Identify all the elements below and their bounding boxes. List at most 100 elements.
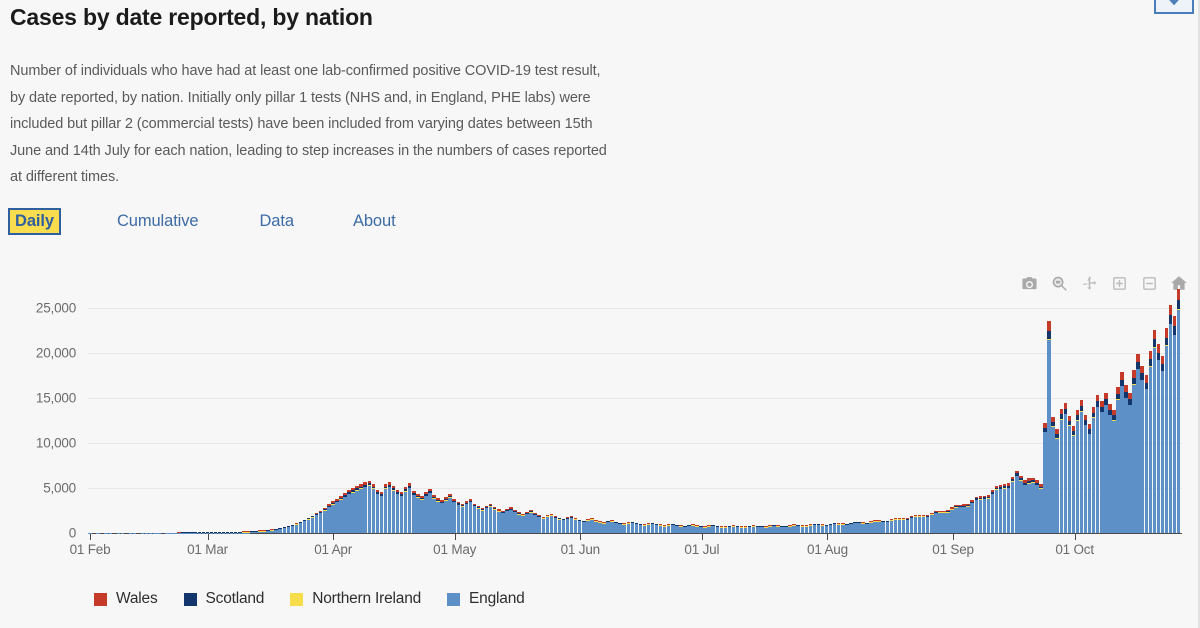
bar-column[interactable] — [246, 531, 250, 533]
tab-data[interactable]: Data — [253, 208, 299, 235]
bar-column[interactable] — [533, 513, 537, 533]
bar-column[interactable] — [181, 531, 185, 533]
bar-column[interactable] — [452, 499, 456, 533]
bar-column[interactable] — [731, 525, 736, 533]
bar-column[interactable] — [436, 498, 440, 533]
bar-column[interactable] — [177, 532, 181, 533]
bar-column[interactable] — [796, 524, 800, 533]
bar-column[interactable] — [440, 500, 444, 533]
bar-column[interactable] — [525, 511, 529, 533]
bar-column[interactable] — [1132, 370, 1136, 533]
bar-column[interactable] — [994, 485, 999, 533]
bar-column[interactable] — [691, 524, 695, 533]
bar-column[interactable] — [262, 530, 266, 533]
bar-column[interactable] — [901, 518, 906, 533]
bar-column[interactable] — [185, 531, 189, 533]
bar-column[interactable] — [290, 524, 295, 533]
bar-column[interactable] — [739, 526, 744, 533]
legend-item-england[interactable]: England — [447, 590, 525, 608]
bar-column[interactable] — [1128, 393, 1132, 533]
bar-column[interactable] — [845, 523, 849, 533]
bar-column[interactable] — [650, 522, 655, 533]
bar-column[interactable] — [213, 531, 218, 533]
bar-column[interactable] — [594, 520, 598, 533]
bar-column[interactable] — [982, 495, 987, 533]
bar-column[interactable] — [165, 532, 169, 533]
bar-column[interactable] — [1095, 395, 1100, 533]
bar-column[interactable] — [614, 521, 618, 533]
bar-column[interactable] — [962, 504, 966, 533]
bar-column[interactable] — [169, 532, 173, 533]
bar-column[interactable] — [865, 522, 869, 533]
download-icon[interactable] — [1154, 0, 1194, 14]
bar-column[interactable] — [468, 499, 473, 533]
bar-column[interactable] — [654, 523, 659, 533]
bar-column[interactable] — [573, 518, 578, 533]
bar-column[interactable] — [1148, 350, 1153, 533]
bar-column[interactable] — [662, 525, 667, 533]
bar-column[interactable] — [917, 514, 922, 533]
bar-column[interactable] — [990, 490, 995, 533]
bar-column[interactable] — [310, 515, 315, 533]
bar-column[interactable] — [444, 497, 448, 533]
bar-column[interactable] — [367, 480, 372, 533]
bar-column[interactable] — [128, 532, 133, 533]
bar-column[interactable] — [339, 496, 343, 533]
bar-column[interactable] — [974, 496, 979, 533]
bar-column[interactable] — [1039, 484, 1043, 533]
bar-column[interactable] — [930, 512, 934, 533]
bar-column[interactable] — [270, 529, 274, 533]
bar-column[interactable] — [1136, 353, 1140, 533]
bar-column[interactable] — [363, 482, 367, 533]
bar-column[interactable] — [387, 482, 392, 533]
bar-column[interactable] — [383, 484, 388, 533]
bar-column[interactable] — [885, 520, 890, 533]
bar-column[interactable] — [157, 532, 161, 533]
bar-column[interactable] — [909, 516, 914, 533]
bar-column[interactable] — [1043, 422, 1047, 533]
bar-column[interactable] — [921, 515, 926, 533]
bar-column[interactable] — [1083, 414, 1088, 533]
bar-column[interactable] — [407, 483, 412, 533]
bar-column[interactable] — [630, 521, 635, 533]
bar-column[interactable] — [727, 525, 732, 533]
bar-column[interactable] — [776, 525, 780, 533]
bar-column[interactable] — [626, 522, 631, 533]
bar-column[interactable] — [286, 525, 291, 533]
bar-column[interactable] — [541, 516, 546, 533]
bar-column[interactable] — [634, 522, 639, 533]
bar-column[interactable] — [1010, 476, 1015, 533]
bar-column[interactable] — [934, 510, 938, 533]
bar-column[interactable] — [1051, 416, 1055, 533]
bar-column[interactable] — [768, 525, 772, 533]
bar-column[interactable] — [120, 532, 125, 533]
bar-column[interactable] — [683, 525, 687, 533]
bar-column[interactable] — [1164, 328, 1169, 533]
bar-column[interactable] — [420, 496, 424, 533]
bar-column[interactable] — [1047, 321, 1051, 533]
bar-column[interactable] — [978, 496, 983, 533]
bar-column[interactable] — [711, 524, 715, 533]
bar-column[interactable] — [233, 531, 238, 533]
bar-column[interactable] — [1019, 475, 1023, 533]
bar-column[interactable] — [1023, 480, 1027, 533]
bar-column[interactable] — [205, 531, 210, 533]
bar-column[interactable] — [476, 506, 481, 533]
bar-column[interactable] — [201, 531, 206, 533]
bar-column[interactable] — [1015, 470, 1019, 533]
bar-column[interactable] — [480, 507, 485, 533]
bar-column[interactable] — [116, 532, 121, 533]
bar-column[interactable] — [699, 525, 703, 533]
bar-column[interactable] — [792, 524, 796, 533]
bar-column[interactable] — [549, 513, 554, 533]
bar-column[interactable] — [889, 519, 894, 533]
bar-column[interactable] — [448, 494, 452, 533]
bar-column[interactable] — [1055, 429, 1059, 533]
bar-column[interactable] — [517, 512, 521, 533]
bar-column[interactable] — [395, 490, 400, 533]
bar-column[interactable] — [788, 525, 792, 533]
bar-column[interactable] — [1075, 409, 1080, 533]
bar-column[interactable] — [250, 530, 254, 533]
bar-column[interactable] — [925, 515, 930, 533]
bar-column[interactable] — [1112, 409, 1116, 533]
